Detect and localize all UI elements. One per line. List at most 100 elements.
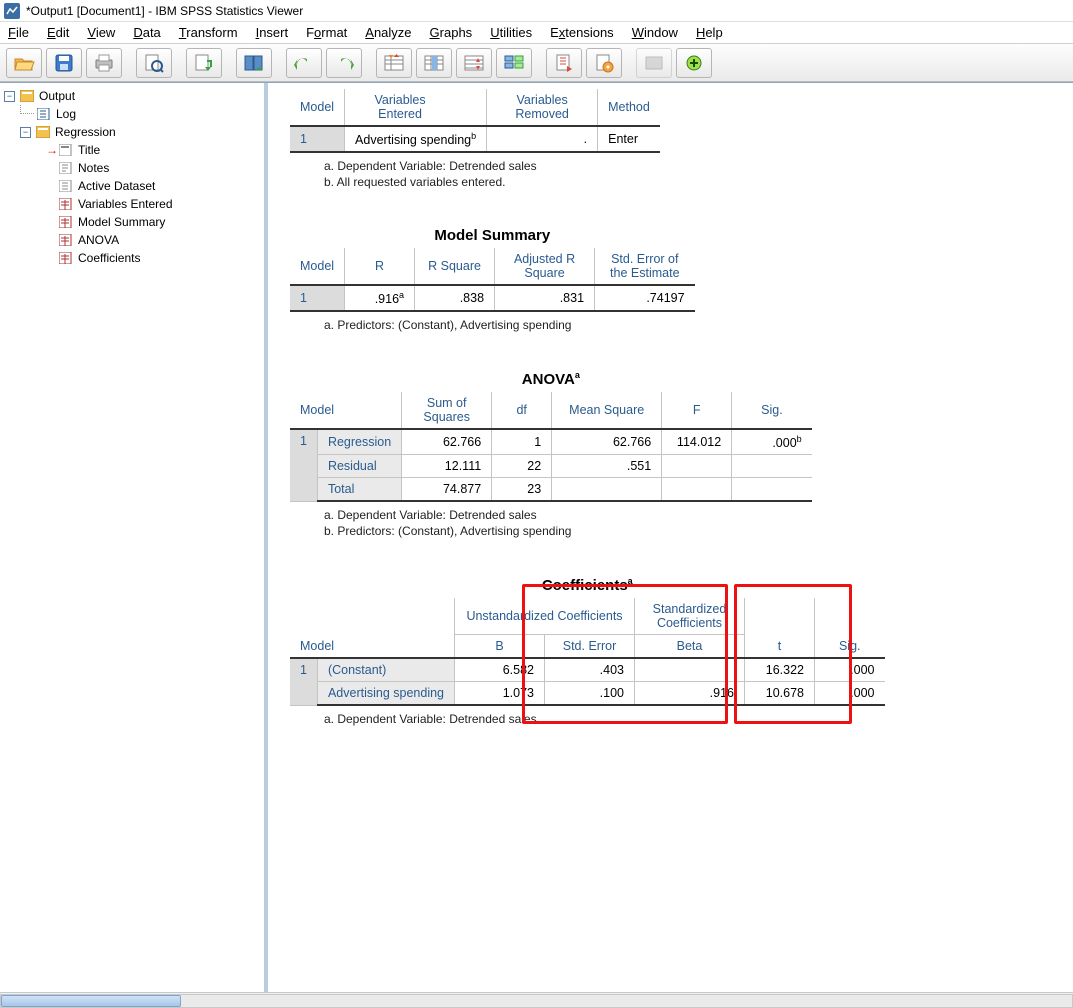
table-icon [58, 233, 74, 247]
add-button[interactable] [676, 48, 712, 78]
tree-log[interactable]: Log [20, 105, 260, 123]
table-row: Total 74.877 23 [290, 478, 812, 502]
col-adj-r2: Adjusted R Square [495, 248, 595, 285]
select-button[interactable] [496, 48, 532, 78]
tree-vars-entered[interactable]: Variables Entered [46, 195, 260, 213]
col-vars-entered: Variables Entered [345, 89, 487, 126]
run-pending-button[interactable] [586, 48, 622, 78]
table-row: 1 Advertising spendingb . Enter [290, 126, 660, 152]
model-summary-block[interactable]: Model Summary Model R R Square Adjusted … [290, 207, 695, 332]
title-icon [58, 143, 74, 157]
content-pane[interactable]: Model Variables Entered Variables Remove… [268, 83, 1073, 992]
save-button[interactable] [46, 48, 82, 78]
col-beta: Beta [635, 635, 745, 659]
col-b: B [455, 635, 545, 659]
footnote: a. Predictors: (Constant), Advertising s… [290, 316, 695, 332]
current-item-arrow: → [46, 141, 56, 159]
tree-model-summary[interactable]: Model Summary [46, 213, 260, 231]
table-icon [58, 215, 74, 229]
table-row: Residual 12.111 22 .551 [290, 455, 812, 478]
footnote: a. Dependent Variable: Detrended sales [290, 710, 885, 726]
menu-utilities[interactable]: Utilities [490, 25, 532, 40]
anova-block[interactable]: ANOVAa Model Sum of Squares df Mean Squa… [290, 350, 812, 538]
menu-view[interactable]: View [87, 25, 115, 40]
tree-label: ANOVA [78, 231, 119, 249]
variables-entered-table[interactable]: Model Variables Entered Variables Remove… [290, 85, 660, 189]
menu-window[interactable]: Window [632, 25, 678, 40]
col-r2: R Square [415, 248, 495, 285]
menu-help[interactable]: Help [696, 25, 723, 40]
col-ms: Mean Square [552, 392, 662, 429]
collapse-icon[interactable]: − [4, 91, 15, 102]
tree-active-dataset[interactable]: Active Dataset [46, 177, 260, 195]
output-icon [19, 89, 35, 103]
menu-analyze[interactable]: Analyze [365, 25, 411, 40]
menu-graphs[interactable]: Graphs [430, 25, 473, 40]
menu-insert[interactable]: Insert [256, 25, 289, 40]
table-row: 1 .916a .838 .831 .74197 [290, 285, 695, 311]
menu-edit[interactable]: Edit [47, 25, 69, 40]
menu-format[interactable]: Format [306, 25, 347, 40]
tree-coefficients[interactable]: Coefficients [46, 249, 260, 267]
col-r: R [345, 248, 415, 285]
menu-extensions[interactable]: Extensions [550, 25, 614, 40]
notes-icon [58, 161, 74, 175]
export-button[interactable] [186, 48, 222, 78]
menubar: File Edit View Data Transform Insert For… [0, 22, 1073, 44]
open-button[interactable] [6, 48, 42, 78]
menu-transform[interactable]: Transform [179, 25, 238, 40]
tree-notes[interactable]: Notes [46, 159, 260, 177]
section-title: Coefficientsa [290, 576, 885, 594]
menu-data[interactable]: Data [133, 25, 160, 40]
regression-icon [35, 125, 51, 139]
tree-label: Regression [55, 123, 116, 141]
section-title: ANOVAa [290, 370, 812, 388]
tree-title[interactable]: → Title [46, 141, 260, 159]
horizontal-scrollbar[interactable] [0, 992, 1073, 1008]
app-icon [4, 3, 20, 19]
col-std: Standardized Coefficients [635, 598, 745, 635]
print-button[interactable] [86, 48, 122, 78]
table-row: Advertising spending 1.073 .100 .916 10.… [290, 682, 885, 706]
dataset-icon [58, 179, 74, 193]
goto-variable-button[interactable] [416, 48, 452, 78]
tree-output[interactable]: − Output [4, 87, 260, 105]
footnote: b. All requested variables entered. [290, 173, 660, 189]
main-area: − Output Log − Regression → [0, 82, 1073, 992]
col-model: Model [290, 89, 345, 126]
menu-file[interactable]: File [8, 25, 29, 40]
footnote: b. Predictors: (Constant), Advertising s… [290, 522, 812, 538]
goto-case-button[interactable] [376, 48, 412, 78]
window-title: *Output1 [Document1] - IBM SPSS Statisti… [26, 4, 303, 18]
run-button[interactable] [546, 48, 582, 78]
col-unstd: Unstandardized Coefficients [455, 598, 635, 635]
tree-label: Log [56, 105, 76, 123]
collapse-icon[interactable]: − [20, 127, 31, 138]
col-se: Std. Error of the Estimate [595, 248, 695, 285]
variables-button[interactable] [456, 48, 492, 78]
scroll-thumb[interactable] [1, 995, 181, 1007]
col-ss: Sum of Squares [402, 392, 492, 429]
tree-anova[interactable]: ANOVA [46, 231, 260, 249]
outline-pane[interactable]: − Output Log − Regression → [0, 83, 268, 992]
table-icon [58, 251, 74, 265]
redo-button[interactable] [326, 48, 362, 78]
col-se: Std. Error [545, 635, 635, 659]
coefficients-block[interactable]: Coefficientsa Model Unstandardized Coeff… [290, 556, 885, 726]
tree-regression[interactable]: − Regression [20, 123, 260, 141]
footnote: a. Dependent Variable: Detrended sales [290, 157, 660, 173]
col-f: F [662, 392, 732, 429]
undo-button[interactable] [286, 48, 322, 78]
col-df: df [492, 392, 552, 429]
tree-label: Notes [78, 159, 109, 177]
recall-dialog-button[interactable] [236, 48, 272, 78]
designate-window-button[interactable] [636, 48, 672, 78]
outline-tree: − Output Log − Regression → [4, 87, 260, 267]
tree-label: Active Dataset [78, 177, 155, 195]
table-row: 1 Regression 62.766 1 62.766 114.012 .00… [290, 429, 812, 455]
col-sig: Sig. [815, 598, 885, 658]
toolbar [0, 44, 1073, 82]
print-preview-button[interactable] [136, 48, 172, 78]
tree-label: Coefficients [78, 249, 140, 267]
titlebar: *Output1 [Document1] - IBM SPSS Statisti… [0, 0, 1073, 22]
